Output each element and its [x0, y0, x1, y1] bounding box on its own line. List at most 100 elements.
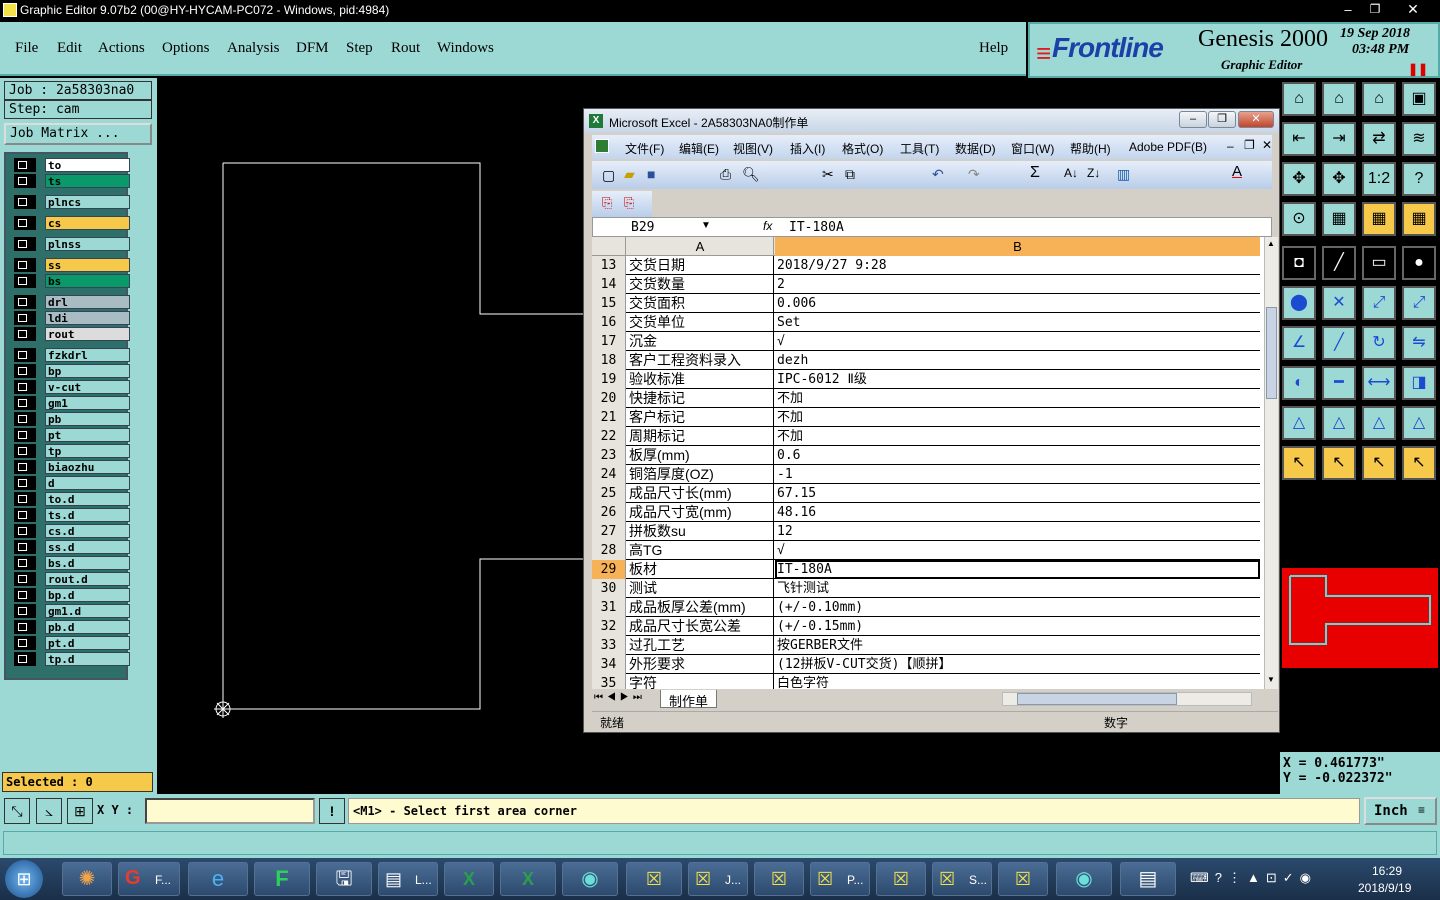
layer-row[interactable]: bs	[14, 274, 130, 288]
select3-icon[interactable]: ↖	[1362, 446, 1396, 480]
layer-name[interactable]: rout	[45, 327, 130, 341]
layer-checkbox[interactable]	[14, 604, 36, 618]
excel-close-button[interactable]: ✕	[1238, 111, 1274, 128]
open-icon[interactable]: ▰	[624, 166, 635, 183]
layer-name[interactable]: ldi	[45, 311, 130, 325]
row-number[interactable]: 30	[592, 579, 626, 598]
layer-row[interactable]: ss.d	[14, 540, 130, 554]
layer-checkbox[interactable]	[14, 274, 36, 288]
scroll-thumb[interactable]	[1266, 307, 1277, 399]
start-button[interactable]: ⊞	[5, 860, 43, 898]
grid-icon[interactable]: ▦	[1322, 202, 1356, 236]
cell-b[interactable]: √	[775, 541, 1260, 560]
hscroll-thumb[interactable]	[1017, 693, 1177, 705]
layer-row[interactable]: cs	[14, 216, 130, 230]
layer-name[interactable]: plncs	[45, 195, 130, 209]
grid-icon[interactable]: ⊞	[67, 798, 93, 824]
font-color-icon[interactable]: A	[1232, 163, 1242, 180]
taskbar-app-ge4[interactable]: ☒ P...	[810, 862, 870, 896]
snap-icon[interactable]: ⊙	[1282, 202, 1316, 236]
layer-row[interactable]: biaozhu	[14, 460, 130, 474]
layer-name[interactable]: cs	[45, 216, 130, 230]
taskbar-app-excel2[interactable]: X	[500, 862, 556, 896]
column-header-a[interactable]: A	[627, 237, 774, 256]
doc-minimize-icon[interactable]: –	[1227, 139, 1234, 153]
cell-b[interactable]: 按GERBER文件	[775, 636, 1260, 655]
menu-edit[interactable]: Edit	[57, 40, 82, 57]
pad-icon[interactable]: ◘	[1282, 246, 1316, 280]
taskbar-app-ge5[interactable]: ☒	[876, 862, 926, 896]
menu-dfm[interactable]: DFM	[296, 40, 329, 57]
layer-row[interactable]: ss	[14, 258, 130, 272]
excel-menu-adobe-pdf[interactable]: Adobe PDF(B)	[1129, 140, 1207, 154]
row-number[interactable]: 34	[592, 655, 626, 674]
autosum-icon[interactable]: Σ	[1030, 164, 1040, 182]
clock-time[interactable]: 16:29	[1372, 864, 1402, 878]
excel-menu-tools[interactable]: 工具(T)	[900, 140, 939, 157]
excel-menu-insert[interactable]: 插入(I)	[790, 140, 825, 157]
triangle-icon[interactable]: △	[1282, 406, 1316, 440]
redraw-icon[interactable]: ≋	[1402, 122, 1436, 156]
layer-checkbox[interactable]	[14, 476, 36, 490]
cell-b[interactable]: IT-180A	[775, 560, 1260, 579]
layer-row[interactable]: plncs	[14, 195, 130, 209]
select4-icon[interactable]: ↖	[1402, 446, 1436, 480]
cell-b[interactable]: IPC-6012 Ⅱ级	[775, 370, 1260, 389]
taskbar-app-excel1[interactable]: X	[444, 862, 494, 896]
layer-checkbox[interactable]	[14, 348, 36, 362]
cell-a[interactable]: 客户工程资料录入	[627, 351, 774, 370]
drop-icon[interactable]: ◐	[1282, 366, 1316, 400]
move-node-icon[interactable]: ⤢	[1402, 286, 1436, 320]
layer-row[interactable]: pt	[14, 428, 130, 442]
cell-a[interactable]: 高TG	[627, 541, 774, 560]
save-icon[interactable]: ■	[647, 166, 655, 182]
column-header-b[interactable]: B	[775, 237, 1260, 256]
cell-a[interactable]: 成品尺寸长(mm)	[627, 484, 774, 503]
print-preview-icon[interactable]: 🔍︎	[742, 166, 760, 183]
layer-checkbox[interactable]	[14, 396, 36, 410]
cell-b[interactable]: 48.16	[775, 503, 1260, 522]
layer-checkbox[interactable]	[14, 636, 36, 650]
ratio-icon[interactable]: 1:2	[1362, 162, 1396, 196]
cell-a[interactable]: 交货面积	[627, 294, 774, 313]
cell-a[interactable]: 成品尺寸宽(mm)	[627, 503, 774, 522]
taskbar-app-f1[interactable]: G F...	[118, 862, 180, 896]
cell-b[interactable]: 白色字符	[775, 674, 1260, 689]
select-icon[interactable]: ↖	[1282, 446, 1316, 480]
layer-checkbox[interactable]	[14, 174, 36, 188]
cell-a[interactable]: 字符	[627, 674, 774, 689]
cell-a[interactable]: 测试	[627, 579, 774, 598]
row-number[interactable]: 22	[592, 427, 626, 446]
layer-row[interactable]: v-cut	[14, 380, 130, 394]
cell-b[interactable]: 0.6	[775, 446, 1260, 465]
layer-name[interactable]: bs	[45, 274, 130, 288]
layer-name[interactable]: tp.d	[45, 652, 130, 666]
cell-a[interactable]: 快捷标记	[627, 389, 774, 408]
row-number[interactable]: 17	[592, 332, 626, 351]
layer-row[interactable]: bp.d	[14, 588, 130, 602]
cell-b[interactable]: √	[775, 332, 1260, 351]
pause-icon[interactable]: ❚❚	[1408, 62, 1428, 76]
cell-a[interactable]: 过孔工艺	[627, 636, 774, 655]
layer-name[interactable]: drl	[45, 295, 130, 309]
fx-icon[interactable]: fx	[763, 219, 772, 233]
excel-menu-edit[interactable]: 编辑(E)	[679, 140, 719, 157]
layer-name[interactable]: to.d	[45, 492, 130, 506]
vertical-scrollbar[interactable]: ▲ ▼	[1264, 237, 1278, 689]
cell-a[interactable]: 沉金	[627, 332, 774, 351]
layers-icon[interactable]: ▦	[1362, 202, 1396, 236]
layer-checkbox[interactable]	[14, 444, 36, 458]
rotate-icon[interactable]: ↻	[1362, 326, 1396, 360]
taskbar-app-ge2[interactable]: ☒ J...	[688, 862, 748, 896]
layer-row[interactable]: to.d	[14, 492, 130, 506]
triangle2-icon[interactable]: △	[1322, 406, 1356, 440]
zoom-move-icon[interactable]: ✥	[1322, 162, 1356, 196]
print-icon[interactable]: ⎙	[720, 166, 731, 183]
layer-name[interactable]: to	[45, 158, 130, 172]
layer-row[interactable]: bp	[14, 364, 130, 378]
layer-row[interactable]: gm1.d	[14, 604, 130, 618]
cell-b[interactable]: 2018/9/27 9:28	[775, 256, 1260, 275]
layer-checkbox[interactable]	[14, 295, 36, 309]
ruler-icon[interactable]: ▭	[1362, 246, 1396, 280]
layer-row[interactable]: rout	[14, 327, 130, 341]
